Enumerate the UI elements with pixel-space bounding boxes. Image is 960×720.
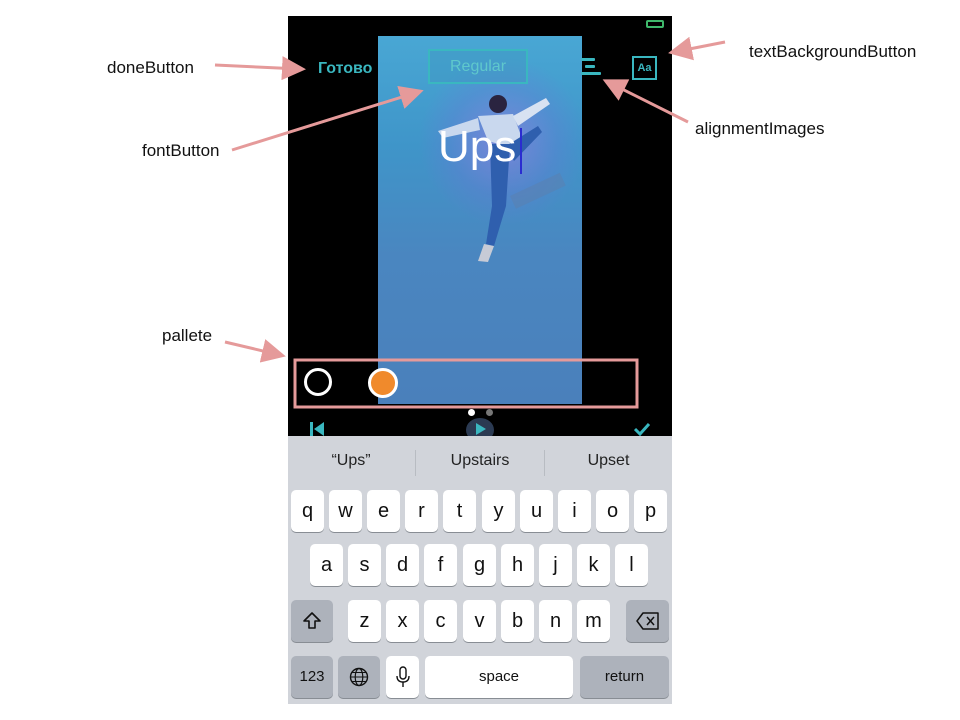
arrow-done-button <box>214 56 306 81</box>
arrow-text-background-button <box>668 36 726 61</box>
arrow-alignment-images <box>602 79 689 124</box>
arrow-font-button <box>231 85 424 152</box>
arrow-pallete <box>224 339 286 363</box>
annotation-overlay <box>214 36 726 409</box>
pallete-highlight-box <box>293 358 639 409</box>
